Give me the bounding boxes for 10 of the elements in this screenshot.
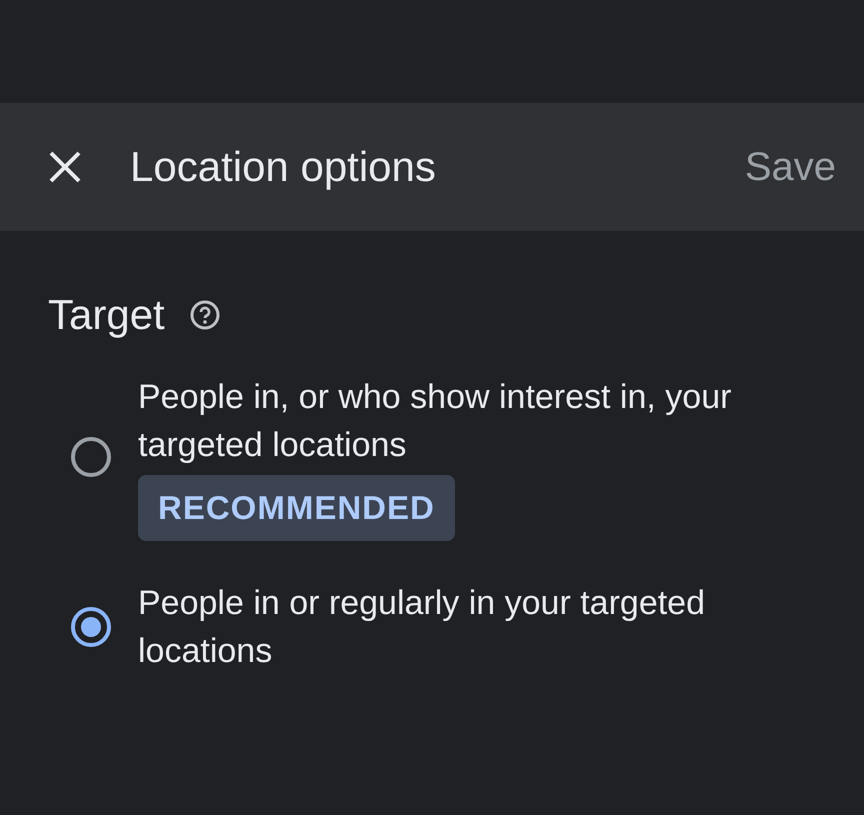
close-button[interactable]	[48, 150, 82, 184]
section-title: Target	[48, 291, 165, 339]
radio-button[interactable]	[70, 606, 112, 648]
dialog-title: Location options	[130, 143, 437, 191]
option-label: People in, or who show interest in, your targeted locations	[138, 377, 732, 466]
help-icon[interactable]	[188, 299, 221, 331]
recommended-badge: RECOMMENDED	[138, 475, 455, 541]
option-label: People in or regularly in your targeted locations	[138, 583, 706, 672]
close-icon	[48, 150, 82, 184]
radio-button[interactable]	[70, 436, 112, 478]
